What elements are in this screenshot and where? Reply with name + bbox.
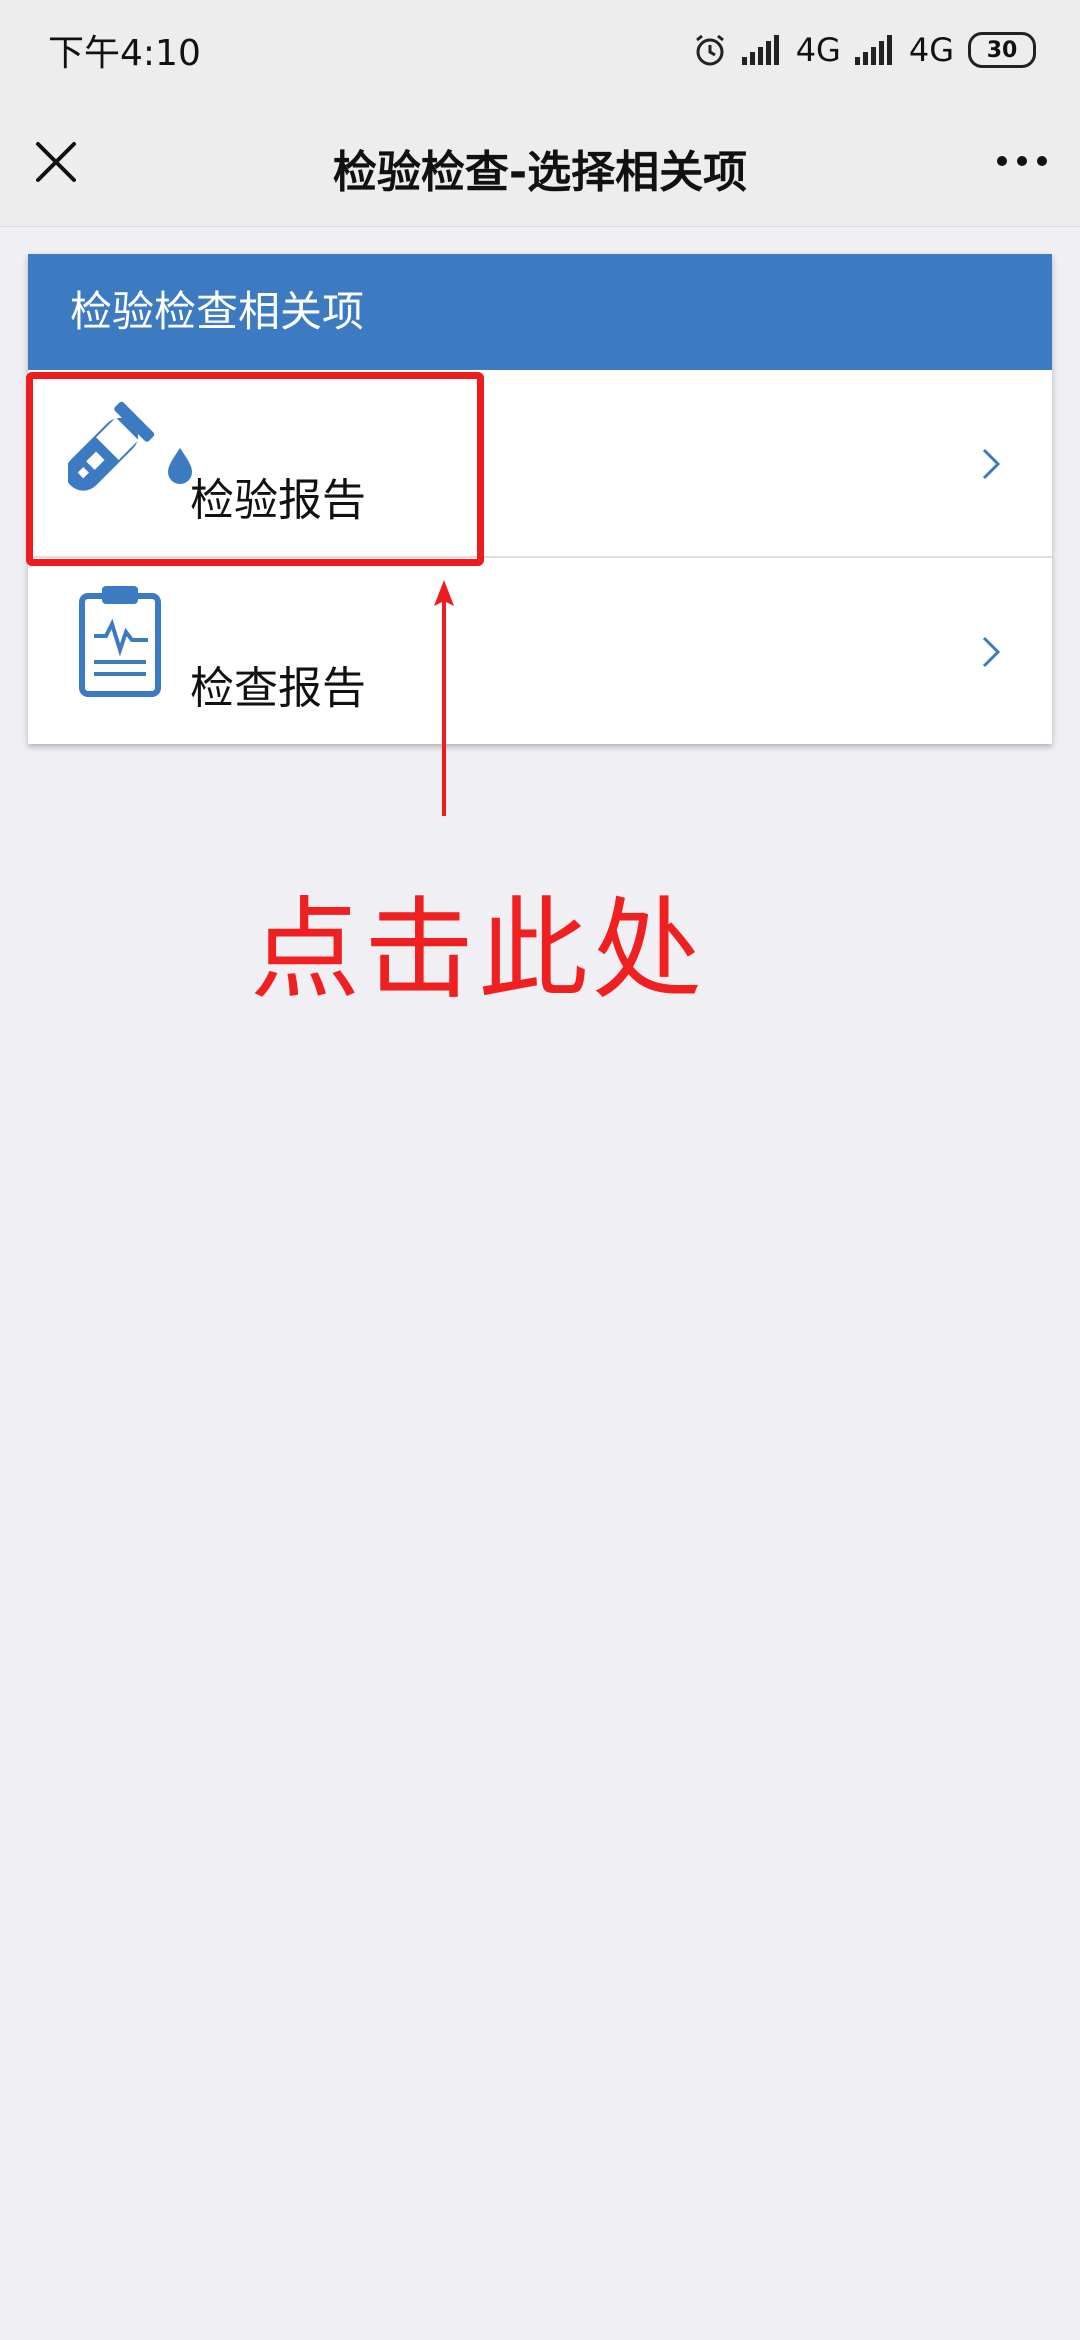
network-type-2: 4G	[908, 31, 954, 69]
options-panel: 检验检查相关项 检验报告 检查报告	[28, 254, 1052, 744]
annotation-text: 点击此处	[250, 886, 706, 1014]
chevron-right-icon	[980, 444, 1004, 484]
item-label: 检验报告	[190, 475, 366, 526]
test-tube-icon	[65, 396, 208, 516]
page-title: 检验检查-选择相关项	[332, 147, 748, 198]
clipboard-report-icon	[68, 584, 208, 704]
network-type-1: 4G	[795, 31, 841, 69]
item-label: 检查报告	[190, 663, 366, 714]
annotation-arrow-icon	[424, 580, 464, 820]
list-item-exam-report[interactable]: 检查报告	[28, 556, 1052, 744]
chevron-right-icon	[980, 632, 1004, 672]
signal-icon	[741, 35, 782, 65]
nav-bar: 检验检查-选择相关项	[0, 100, 1080, 227]
status-time: 下午4:10	[48, 33, 201, 74]
list-item-lab-report[interactable]: 检验报告	[28, 370, 1052, 556]
alarm-icon	[692, 32, 728, 68]
battery-indicator: 30	[968, 32, 1036, 68]
status-icons: 4G 4G 30	[692, 24, 1036, 76]
panel-header: 检验检查相关项	[28, 254, 1052, 370]
signal-icon	[854, 35, 895, 65]
more-icon[interactable]	[992, 146, 1052, 176]
status-bar: 下午4:10 4G 4G 30	[0, 0, 1080, 100]
